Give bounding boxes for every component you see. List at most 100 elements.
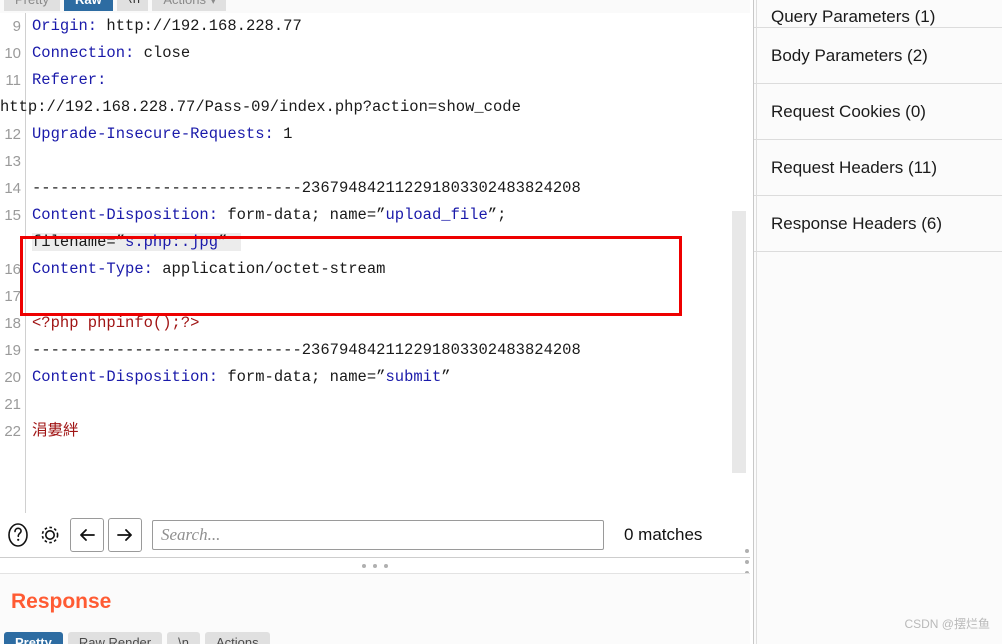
code-token: form-data; name=” <box>218 368 386 386</box>
request-pane: Pretty Raw \n Actions ▾ 9 Origin: http://1… <box>0 0 750 580</box>
code-line: 19 -----------------------------236794842… <box>0 337 720 364</box>
code-token: close <box>134 44 191 62</box>
code-token: s.php:.jpg <box>125 233 219 251</box>
code-line: 15 Content-Disposition: form-data; name=”… <box>0 202 720 229</box>
code-token: ”; <box>487 206 507 224</box>
inspector-item-label: Body Parameters (2) <box>771 45 928 65</box>
code-line-text: <?php phpinfo();?> <box>32 314 213 332</box>
chevron-down-icon: ▾ <box>210 0 216 6</box>
response-tab-raw-render[interactable]: Raw Render <box>67 632 163 644</box>
inspector-item-label: Request Headers (11) <box>771 157 937 177</box>
code-line: 10 Connection: close <box>0 40 720 67</box>
code-line: 20 Content-Disposition: form-data; name=”… <box>0 364 720 391</box>
code-token: Content-Type: <box>32 260 153 278</box>
code-token: ” <box>218 233 228 251</box>
search-input[interactable]: Search... <box>152 520 604 550</box>
inspector-item-label: Response Headers (6) <box>771 213 943 233</box>
line-number: 17 <box>4 288 21 305</box>
code-token: Upgrade-Insecure-Requests: <box>32 125 274 143</box>
line-number: 12 <box>4 126 21 143</box>
code-line-text: Upgrade-Insecure-Requests: 1 <box>32 125 306 143</box>
search-placeholder: Search... <box>161 525 221 544</box>
line-number: 22 <box>4 423 21 440</box>
inspector-empty-row <box>754 252 1002 308</box>
code-line: 18 <?php phpinfo();?> <box>0 310 720 337</box>
response-tab-actions[interactable]: Actions <box>204 632 270 644</box>
line-number: 15 <box>4 207 21 224</box>
code-line-text: Content-Disposition: form-data; name=”su… <box>32 368 465 386</box>
code-line-text: Origin: http://192.168.228.77 <box>32 17 316 35</box>
code-line: 21 <box>0 391 720 418</box>
inspector-item-response-headers[interactable]: Response Headers (6) <box>754 196 1002 252</box>
code-line: 22 涓婁絆 <box>0 418 720 445</box>
code-token: http://192.168.228.77/Pass-09/index.php?… <box>0 98 521 116</box>
csdn-watermark: CSDN @摆烂鱼 <box>904 617 990 631</box>
tab-raw[interactable]: Raw <box>63 0 113 11</box>
code-token: -----------------------------23679484211… <box>32 341 581 359</box>
code-token: Connection: <box>32 44 135 62</box>
editor-find-bar: Search... 0 matches <box>0 513 750 557</box>
line-number: 14 <box>4 180 21 197</box>
code-token: ” <box>441 368 451 386</box>
code-token: submit <box>385 368 442 386</box>
code-line: 9 Origin: http://192.168.228.77 <box>0 13 720 40</box>
code-token: filename=” <box>32 233 126 251</box>
tab-pretty[interactable]: Pretty <box>4 0 60 11</box>
line-number: 18 <box>4 315 21 332</box>
code-line: 13 <box>0 148 720 175</box>
code-token: 涓婁絆 <box>32 422 79 440</box>
code-token: Referer: <box>32 71 107 89</box>
code-line-text: Connection: close <box>32 44 204 62</box>
code-token: upload_file <box>385 206 488 224</box>
code-line-text: -----------------------------23679484211… <box>32 179 595 197</box>
code-line: 17 <box>0 283 720 310</box>
response-tab-pretty[interactable]: Pretty <box>4 632 63 644</box>
code-line-text: Content-Disposition: form-data; name=”up… <box>32 206 520 224</box>
help-icon[interactable] <box>2 519 34 551</box>
match-count-label: 0 matches <box>624 525 703 544</box>
code-token: <?php phpinfo();?> <box>32 314 200 332</box>
editor-scrollbar-thumb[interactable] <box>732 211 746 473</box>
line-number: 16 <box>4 261 21 278</box>
tab-hex[interactable]: \n <box>116 0 149 11</box>
gear-icon[interactable] <box>34 519 66 551</box>
response-tab-hex[interactable]: \n <box>167 632 200 644</box>
code-token: form-data; name=” <box>218 206 386 224</box>
line-number: 21 <box>4 396 21 413</box>
inspector-item-query-parameters[interactable]: Query Parameters (1) <box>754 0 1002 28</box>
find-next-button[interactable] <box>108 518 142 552</box>
editor-vertical-scrollbar[interactable] <box>732 13 746 513</box>
line-number: 11 <box>5 72 21 89</box>
code-token: application/octet-stream <box>152 260 386 278</box>
inspector-item-request-headers[interactable]: Request Headers (11) <box>754 140 1002 196</box>
line-number: 20 <box>4 369 21 386</box>
inspector-item-label: Request Cookies (0) <box>771 101 926 121</box>
code-token: -----------------------------23679484211… <box>32 179 581 197</box>
code-line-text: -----------------------------23679484211… <box>32 341 595 359</box>
code-line: 16 Content-Type: application/octet-stream <box>0 256 720 283</box>
tab-actions[interactable]: Actions ▾ <box>152 0 227 11</box>
inspector-item-label: Query Parameters (1) <box>771 7 936 26</box>
horizontal-splitter[interactable] <box>0 557 750 574</box>
request-view-tabbar: Pretty Raw \n Actions ▾ <box>0 0 750 13</box>
code-token: http://192.168.228.77 <box>97 17 302 35</box>
code-line-text: 涓婁絆 <box>32 422 93 440</box>
code-line-text: Content-Type: application/octet-stream <box>32 260 399 278</box>
inspector-item-request-cookies[interactable]: Request Cookies (0) <box>754 84 1002 140</box>
find-previous-button[interactable] <box>70 518 104 552</box>
code-lines: 9 Origin: http://192.168.228.77 10 Connecti… <box>0 13 720 445</box>
code-token: Content-Disposition: <box>32 206 219 224</box>
inspector-item-body-parameters[interactable]: Body Parameters (2) <box>754 28 1002 84</box>
response-title: Response <box>11 590 112 613</box>
splitter-grip-dots <box>362 564 388 568</box>
code-line: 11 Referer: http://192.168.228.77/Pass-09… <box>0 67 720 121</box>
request-raw-editor[interactable]: 9 Origin: http://192.168.228.77 10 Connecti… <box>0 13 750 513</box>
code-line: filename=”s.php:.jpg” <box>0 229 720 256</box>
code-token: 1 <box>273 125 293 143</box>
tab-actions-label: Actions <box>163 0 206 7</box>
response-view-tabbar: Pretty Raw Render \n Actions <box>4 632 754 644</box>
burp-repeater-window: Pretty Raw \n Actions ▾ 9 Origin: http://1… <box>0 0 1002 644</box>
